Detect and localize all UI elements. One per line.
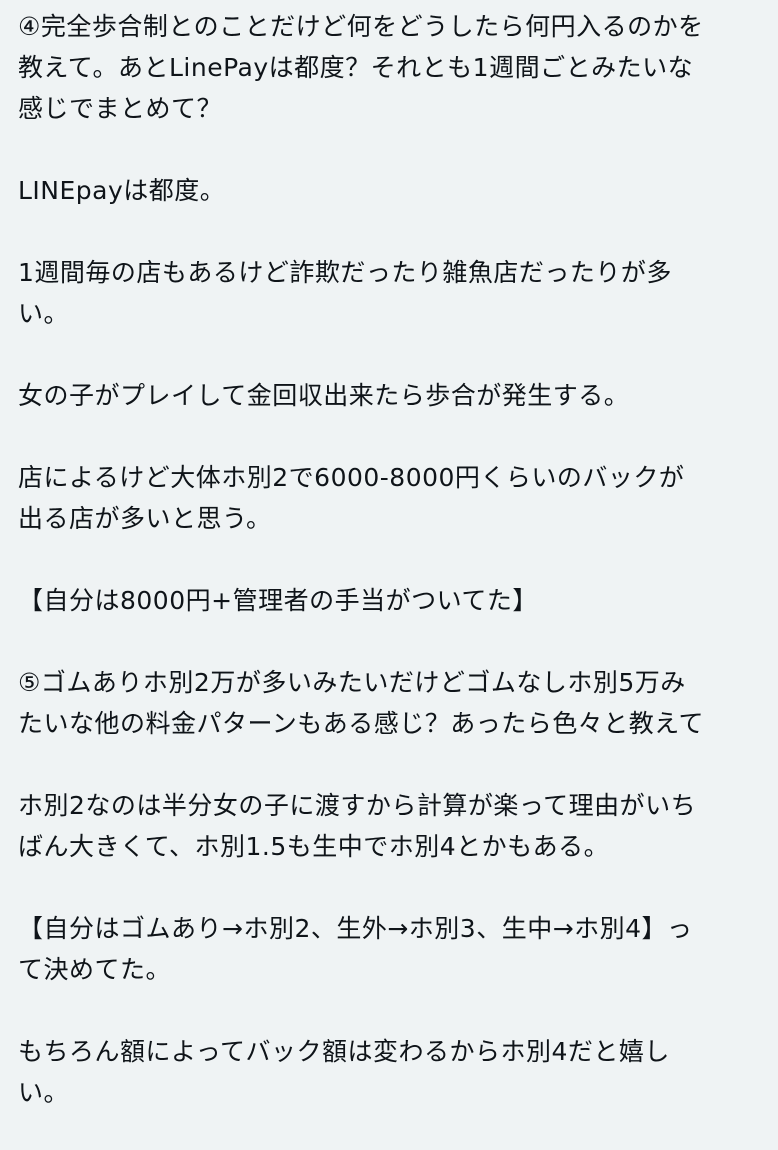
text-line: ④完全歩合制とのことだけど何をどうしたら何円入るのかを xyxy=(18,12,704,41)
paragraph-back-amount: 店によるけど大体ホ別2で6000-8000円くらいのバックが 出る店が多いと思う… xyxy=(18,457,778,539)
paragraph-closing: もちろん額によってバック額は変わるからホ別4だと嬉し い。 xyxy=(18,1031,778,1113)
text-line: 1週間毎の店もあるけど詐欺だったり雑魚店だったりが多 xyxy=(18,258,672,287)
text-line: 店によるけど大体ホ別2で6000-8000円くらいのバックが xyxy=(18,463,685,492)
paragraph-commission: 女の子がプレイして金回収出来たら歩合が発生する。 xyxy=(18,375,778,416)
post-body: ④完全歩合制とのことだけど何をどうしたら何円入るのかを 教えて。あとLinePa… xyxy=(0,0,778,1150)
text-line: 感じでまとめて？ xyxy=(18,94,223,123)
paragraph-question-4: ④完全歩合制とのことだけど何をどうしたら何円入るのかを 教えて。あとLinePa… xyxy=(18,6,778,129)
paragraph-reason: ホ別2なのは半分女の子に渡すから計算が楽って理由がいち ばん大きくて、ホ別1.5… xyxy=(18,785,778,867)
text-line: い。 xyxy=(18,299,70,328)
paragraph-own-pricing: 【自分はゴムあり→ホ別2、生外→ホ別3、生中→ホ別4】っ て決めてた。 xyxy=(18,908,778,990)
text-line: たいな他の料金パターンもある感じ？あったら色々と教えて xyxy=(18,709,705,738)
paragraph-linepay: LINEpayは都度。 xyxy=(18,170,778,211)
text-line: 女の子がプレイして金回収出来たら歩合が発生する。 xyxy=(18,381,630,410)
paragraph-question-5: ⑤ゴムありホ別2万が多いみたいだけどゴムなしホ別5万み たいな他の料金パターンも… xyxy=(18,662,778,744)
text-line: LINEpayは都度。 xyxy=(18,176,226,205)
text-line: て決めてた。 xyxy=(18,955,172,984)
text-line: い。 xyxy=(18,1078,70,1107)
text-line: 出る店が多いと思う。 xyxy=(18,504,272,533)
paragraph-weekly: 1週間毎の店もあるけど詐欺だったり雑魚店だったりが多 い。 xyxy=(18,252,778,334)
text-line: ⑤ゴムありホ別2万が多いみたいだけどゴムなしホ別5万み xyxy=(18,668,686,697)
paragraph-own-amount: 【自分は8000円+管理者の手当がついてた】 xyxy=(18,580,778,621)
text-line: 教えて。あとLinePayは都度？それとも1週間ごとみたいな xyxy=(18,53,694,82)
text-line: 【自分はゴムあり→ホ別2、生外→ホ別3、生中→ホ別4】っ xyxy=(18,914,693,943)
text-line: ばん大きくて、ホ別1.5も生中でホ別4とかもある。 xyxy=(18,832,610,861)
text-line: 【自分は8000円+管理者の手当がついてた】 xyxy=(18,586,538,615)
text-line: もちろん額によってバック額は変わるからホ別4だと嬉し xyxy=(18,1037,670,1066)
text-line: ホ別2なのは半分女の子に渡すから計算が楽って理由がいち xyxy=(18,791,697,820)
